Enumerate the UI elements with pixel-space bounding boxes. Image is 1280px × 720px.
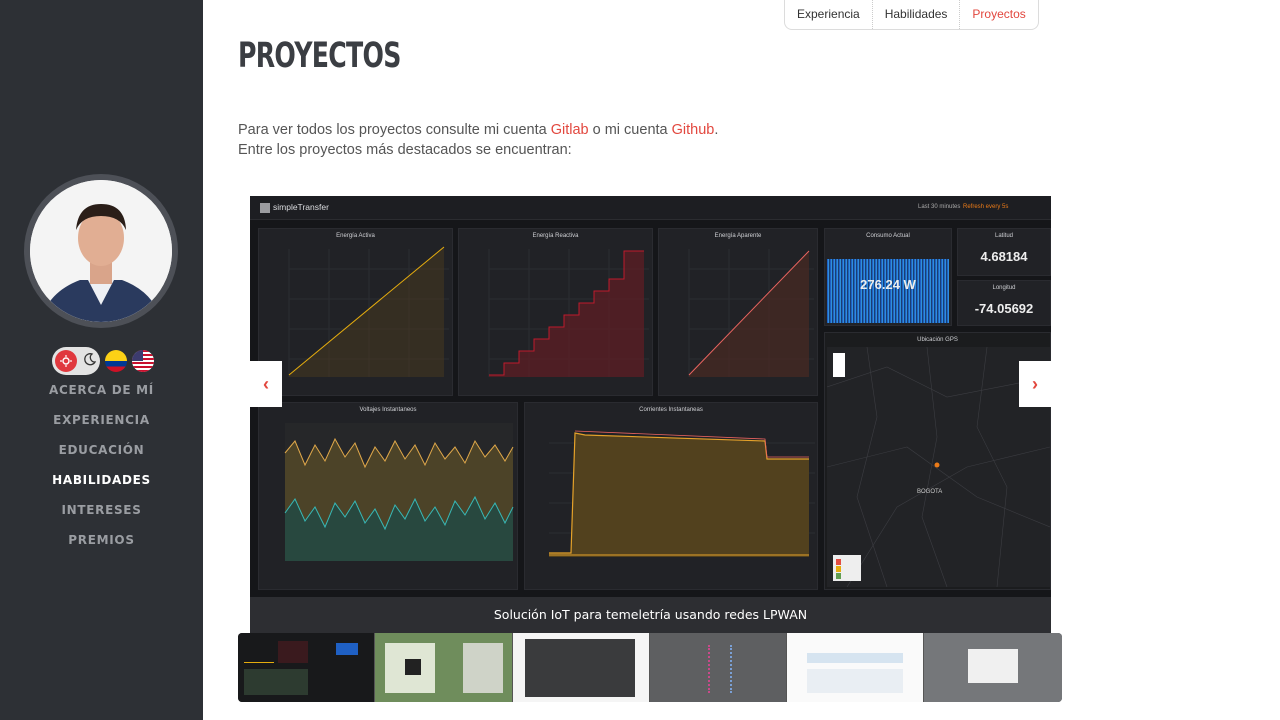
carousel-next-button[interactable]: ›	[1019, 361, 1051, 407]
panel-voltajes: Voltajes Instantaneos	[258, 402, 518, 590]
section-tabs: Experiencia Habilidades Proyectos	[784, 0, 1039, 30]
nav-intereses[interactable]: INTERESES	[0, 500, 203, 530]
intro-text: Para ver todos los proyectos consulte mi…	[238, 120, 718, 160]
usa-flag-icon[interactable]	[132, 350, 154, 372]
intro-text-2: Entre los proyectos más destacados se en…	[238, 142, 572, 158]
panel-longitud: Longitud -74.05692	[957, 280, 1051, 326]
grafana-logo-icon	[260, 203, 270, 213]
panel-corrientes: Corrientes Instantaneas	[524, 402, 818, 590]
longitud-value: -74.05692	[974, 301, 1034, 316]
panel-energia-activa: Energía Activa	[258, 228, 453, 396]
tab-experiencia[interactable]: Experiencia	[785, 0, 873, 29]
panel-consumo-actual: Consumo Actual 276.24 W	[824, 228, 952, 326]
consumo-value: 276.24 W	[860, 277, 916, 292]
tab-proyectos[interactable]: Proyectos	[960, 0, 1037, 29]
theme-toggle[interactable]	[52, 347, 100, 375]
map-city-label: BOGOTA	[917, 489, 943, 495]
dashboard-name: simpleTransfer	[273, 202, 329, 212]
avatar	[24, 174, 178, 328]
colombia-flag-icon[interactable]	[105, 350, 127, 372]
carousel-thumbnails	[238, 633, 1062, 702]
dashboard-topbar: simpleTransfer Last 30 minutes Refresh e…	[250, 196, 1051, 220]
nav-premios[interactable]: PREMIOS	[0, 530, 203, 560]
github-link[interactable]: Github	[672, 122, 715, 138]
page-title: PROYECTOS	[238, 36, 401, 76]
carousel-slide-image: simpleTransfer Last 30 minutes Refresh e…	[250, 196, 1051, 633]
gitlab-link[interactable]: Gitlab	[551, 122, 589, 138]
intro-text-1: Para ver todos los proyectos consulte mi…	[238, 122, 551, 138]
preferences-toggles	[52, 347, 154, 375]
panel-title: Consumo Actual	[866, 233, 910, 239]
time-range: Last 30 minutes	[918, 204, 961, 210]
tab-habilidades[interactable]: Habilidades	[873, 0, 961, 29]
panel-latitud: Latitud 4.68184	[957, 228, 1051, 276]
panel-ubicacion-gps: Ubicación GPS BOGOTA	[824, 332, 1051, 590]
thumbnail-web[interactable]	[787, 633, 925, 702]
thumbnail-iot-dashboard[interactable]	[238, 633, 376, 702]
panel-energia-reactiva: Energía Reactiva	[458, 228, 653, 396]
refresh-interval: Refresh every 5s	[963, 204, 1009, 210]
nav-experiencia[interactable]: EXPERIENCIA	[0, 410, 203, 440]
thumbnail-math[interactable]	[512, 633, 650, 702]
sidebar-nav: ACERCA DE MÍ EXPERIENCIA EDUCACIÓN HABIL…	[0, 380, 203, 560]
carousel-prev-button[interactable]: ‹	[250, 361, 282, 407]
sidebar: ACERCA DE MÍ EXPERIENCIA EDUCACIÓN HABIL…	[0, 0, 203, 720]
thumbnail-code[interactable]	[924, 633, 1062, 702]
intro-text-mid: o mi cuenta	[588, 122, 672, 138]
panel-title: Ubicación GPS	[917, 337, 958, 343]
intro-text-end: .	[714, 122, 719, 138]
sun-icon[interactable]	[55, 350, 77, 372]
panel-energia-aparente: Energía Aparente	[658, 228, 818, 396]
moon-icon[interactable]	[83, 352, 97, 371]
panel-title: Longitud	[992, 285, 1016, 291]
carousel-caption: Solución IoT para temeletría usando rede…	[250, 597, 1051, 633]
thumbnail-dna[interactable]	[649, 633, 788, 702]
nav-habilidades[interactable]: HABILIDADES	[0, 470, 203, 500]
nav-acerca[interactable]: ACERCA DE MÍ	[0, 380, 203, 410]
panel-title: Latitud	[994, 233, 1013, 239]
latitud-value: 4.68184	[980, 249, 1028, 264]
nav-educacion[interactable]: EDUCACIÓN	[0, 440, 203, 470]
thumbnail-pcb[interactable]	[375, 633, 513, 702]
